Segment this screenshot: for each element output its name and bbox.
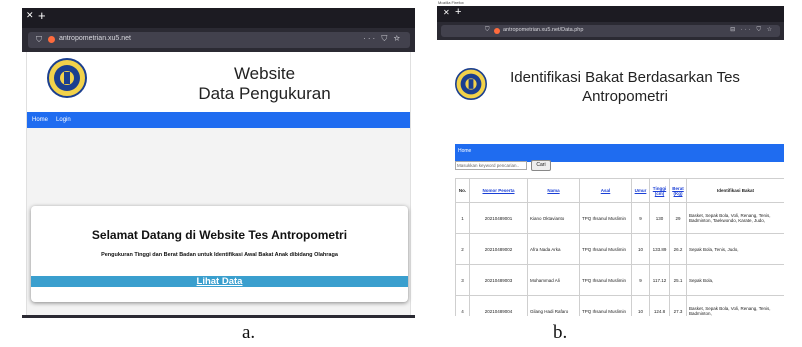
site-identity-icon[interactable]: [494, 28, 500, 34]
new-tab-icon[interactable]: +: [455, 6, 461, 18]
cell-identifikasi-bakat: Sepak Bola, Tenis, Judo,: [686, 233, 784, 265]
cell-asal: TPQ Ihsanul Muslimin: [579, 202, 632, 234]
site-title-line2: Antropometri: [582, 88, 668, 105]
site-title-line1: Website: [233, 64, 296, 83]
browser-tab-bar: ✕ +: [22, 8, 415, 28]
cell-asal: TPQ Ihsanul Muslimin: [579, 264, 632, 296]
table-row: 1 20210489001 Kiano Oktavianto TPQ Ihsan…: [455, 202, 784, 234]
nav-home-link[interactable]: Home: [32, 117, 48, 123]
cell-identifikasi-bakat: Basket, Sepak Bola, Voli, Renang, Tenis,…: [686, 295, 784, 316]
search-button[interactable]: Cari: [531, 160, 551, 171]
url-text[interactable]: antropometrian.xu5.net: [59, 35, 131, 42]
site-title: Identifikasi Bakat Berdasarkan Tes Antro…: [495, 68, 755, 106]
table-row: 4 20210489004 Gilang Hadi Rafaro TPQ Ihs…: [455, 295, 784, 316]
browser-toolbar: ⛉ antropometrian.xu5.net ··· ⛉ ☆: [22, 28, 415, 52]
address-bar[interactable]: ⛉ antropometrian.xu5.net/Data.php ⊟ ··· …: [441, 25, 780, 37]
divider: [22, 315, 415, 318]
table-header-row: No. Nomor Peserta Nama Asal Umur Tinggi …: [455, 178, 784, 203]
cell-no: 1: [455, 202, 470, 234]
header-berat[interactable]: Berat (Kg): [669, 178, 687, 203]
cell-tinggi: 130: [649, 202, 670, 234]
caption-b: b.: [553, 322, 568, 343]
cell-nomor-peserta: 20210489001: [469, 202, 528, 234]
url-text[interactable]: antropometrian.xu5.net/Data.php: [503, 27, 583, 33]
cell-tinggi: 117.12: [649, 264, 670, 296]
cell-berat: 27.3: [669, 295, 687, 316]
university-logo-icon: [47, 58, 87, 98]
header-nama[interactable]: Nama: [527, 178, 580, 203]
cell-berat: 26.2: [669, 233, 687, 265]
cell-identifikasi-bakat: Basket, Sepak Bola, Voli, Renang, Tenis,…: [686, 202, 784, 234]
search-input[interactable]: Masukkan keyword pencarian..: [455, 161, 527, 170]
cell-nomor-peserta: 20210489004: [469, 295, 528, 316]
cell-no: 2: [455, 233, 470, 265]
cell-umur: 9: [631, 264, 650, 296]
header-tinggi[interactable]: Tinggi (cm): [649, 178, 670, 203]
cell-nama: Gilang Hadi Rafaro: [527, 295, 580, 316]
web-page: Website Data Pengukuran Home Login Selam…: [26, 52, 411, 318]
table-row: 2 20210489002 Afra Nada Arka TPQ Ihsanul…: [455, 233, 784, 265]
shield-icon[interactable]: ⛉: [485, 27, 490, 34]
cell-tinggi: 124.8: [649, 295, 670, 316]
header-identifikasi-bakat: Identifikasi Bakat: [686, 178, 784, 203]
nav-home-link[interactable]: Home: [458, 148, 471, 154]
cell-berat: 29: [669, 202, 687, 234]
close-tab-icon[interactable]: ✕: [443, 8, 450, 17]
cell-berat: 25.1: [669, 264, 687, 296]
cell-umur: 10: [631, 295, 650, 316]
welcome-subtitle: Pengukuran Tinggi dan Berat Badan untuk …: [101, 252, 338, 258]
screenshot-a: ✕ + ⛉ antropometrian.xu5.net ··· ⛉ ☆ Web…: [22, 8, 415, 318]
site-identity-icon[interactable]: [48, 36, 55, 43]
header-umur[interactable]: Umur: [631, 178, 650, 203]
site-header: Website Data Pengukuran: [27, 52, 410, 112]
site-title-line1: Identifikasi Bakat Berdasarkan Tes: [510, 69, 740, 86]
cell-umur: 9: [631, 202, 650, 234]
cell-nama: Afra Nada Arka: [527, 233, 580, 265]
page-actions-icons[interactable]: ⊟ ··· ⛉ ☆: [730, 26, 774, 34]
nav-bar: Home Login: [27, 112, 410, 128]
cell-identifikasi-bakat: Sepak Bola,: [686, 264, 784, 296]
browser-tab-bar: ✕ +: [437, 6, 784, 22]
new-tab-icon[interactable]: +: [38, 8, 46, 23]
header-no: No.: [455, 178, 470, 203]
participants-table: No. Nomor Peserta Nama Asal Umur Tinggi …: [455, 178, 784, 316]
cell-umur: 10: [631, 233, 650, 265]
site-header: Identifikasi Bakat Berdasarkan Tes Antro…: [455, 40, 784, 144]
cell-nomor-peserta: 20210489002: [469, 233, 528, 265]
cell-no: 4: [455, 295, 470, 316]
header-nomor-peserta[interactable]: Nomor Peserta: [469, 178, 528, 203]
close-tab-icon[interactable]: ✕: [26, 10, 34, 21]
header-asal[interactable]: Asal: [579, 178, 632, 203]
cell-tinggi: 133.89: [649, 233, 670, 265]
site-title-line2: Data Pengukuran: [198, 84, 331, 103]
screenshot-b: Mozilla Firefox ✕ + ⛉ antropometrian.xu5…: [437, 0, 784, 316]
address-bar[interactable]: ⛉ antropometrian.xu5.net ··· ⛉ ☆: [28, 32, 410, 48]
cell-asal: TPQ Ihsanul Muslimin: [579, 233, 632, 265]
cell-no: 3: [455, 264, 470, 296]
site-title: Website Data Pengukuran: [147, 64, 382, 104]
cell-nama: Kiano Oktavianto: [527, 202, 580, 234]
welcome-card: Selamat Datang di Website Tes Antropomet…: [31, 206, 408, 302]
shield-icon[interactable]: ⛉: [36, 35, 42, 45]
nav-login-link[interactable]: Login: [56, 117, 71, 123]
table-row: 3 20210489003 Mohammad Ali TPQ Ihsanul M…: [455, 264, 784, 296]
welcome-title: Selamat Datang di Website Tes Antropomet…: [91, 228, 348, 242]
cell-nama: Mohammad Ali: [527, 264, 580, 296]
caption-a: a.: [242, 322, 256, 343]
web-page: Identifikasi Bakat Berdasarkan Tes Antro…: [455, 40, 784, 316]
page-actions-icons[interactable]: ··· ⛉ ☆: [363, 34, 402, 44]
cell-asal: TPQ Ihsanul Muslimin: [579, 295, 632, 316]
university-logo-icon: [455, 68, 487, 100]
cell-nomor-peserta: 20210489003: [469, 264, 528, 296]
view-data-button[interactable]: Lihat Data: [31, 276, 408, 287]
browser-toolbar: ⛉ antropometrian.xu5.net/Data.php ⊟ ··· …: [437, 22, 784, 40]
nav-bar: Home: [455, 144, 784, 162]
